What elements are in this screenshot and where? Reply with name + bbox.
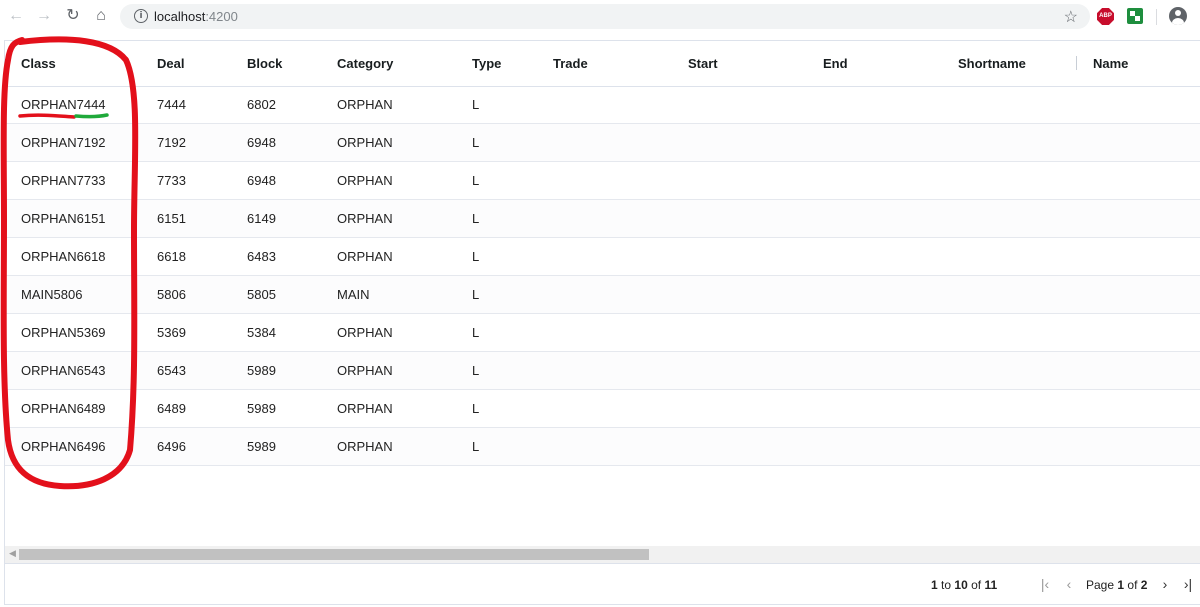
column-header-type[interactable]: Type xyxy=(472,41,501,86)
previous-page-icon[interactable]: ‹ xyxy=(1062,576,1076,592)
cell-class: ORPHAN5369 xyxy=(21,325,106,340)
cell-block: 6948 xyxy=(247,135,276,150)
cell-category: MAIN xyxy=(337,287,370,302)
cell-deal: 6489 xyxy=(157,401,186,416)
cell-category: ORPHAN xyxy=(337,363,393,378)
reload-icon[interactable]: ↻ xyxy=(63,6,83,26)
cell-class: ORPHAN7444 xyxy=(21,97,106,112)
first-page-icon[interactable]: |‹ xyxy=(1038,576,1052,592)
table-row[interactable]: ORPHAN7444 7444 6802 ORPHAN L xyxy=(5,86,1200,124)
cell-deal: 6543 xyxy=(157,363,186,378)
next-page-icon[interactable]: › xyxy=(1158,576,1172,592)
cell-type: L xyxy=(472,287,480,302)
cell-deal: 5369 xyxy=(157,325,186,340)
cell-block: 5989 xyxy=(247,363,276,378)
last-page-icon[interactable]: ›| xyxy=(1181,576,1195,592)
table-row[interactable]: ORPHAN6489 6489 5989 ORPHAN L xyxy=(5,390,1200,428)
browser-toolbar: ← → ↻ ⌂ i localhost:4200 ☆ ABP xyxy=(0,0,1200,34)
toolbar-divider xyxy=(1156,9,1157,25)
cell-type: L xyxy=(472,211,480,226)
data-grid: Class Deal Block Category Type Trade Sta… xyxy=(4,40,1200,605)
column-resize-handle[interactable] xyxy=(1076,56,1077,70)
row-summary: 1 to 10 of 11 xyxy=(931,578,998,592)
cell-deal: 7192 xyxy=(157,135,186,150)
page-indicator: Page 1 of 2 xyxy=(1086,578,1148,592)
table-row[interactable]: ORPHAN7192 7192 6948 ORPHAN L xyxy=(5,124,1200,162)
cell-class: ORPHAN6151 xyxy=(21,211,106,226)
url-text: localhost:4200 xyxy=(154,9,238,24)
cell-type: L xyxy=(472,249,480,264)
cell-block: 6149 xyxy=(247,211,276,226)
cell-class: ORPHAN7192 xyxy=(21,135,106,150)
cell-type: L xyxy=(472,363,480,378)
cell-category: ORPHAN xyxy=(337,325,393,340)
cell-class: MAIN5806 xyxy=(21,287,83,302)
cell-class: ORPHAN6489 xyxy=(21,401,106,416)
table-row[interactable]: ORPHAN6543 6543 5989 ORPHAN L xyxy=(5,352,1200,390)
cell-category: ORPHAN xyxy=(337,97,393,112)
table-row[interactable]: ORPHAN7733 7733 6948 ORPHAN L xyxy=(5,162,1200,200)
cell-type: L xyxy=(472,401,480,416)
cell-class: ORPHAN7733 xyxy=(21,173,106,188)
cell-block: 6948 xyxy=(247,173,276,188)
cell-deal: 5806 xyxy=(157,287,186,302)
grid-header: Class Deal Block Category Type Trade Sta… xyxy=(5,41,1200,87)
home-icon[interactable]: ⌂ xyxy=(91,6,111,26)
cell-block: 6483 xyxy=(247,249,276,264)
cell-category: ORPHAN xyxy=(337,249,393,264)
column-header-class[interactable]: Class xyxy=(21,41,56,86)
cell-category: ORPHAN xyxy=(337,135,393,150)
cell-type: L xyxy=(472,439,480,454)
cell-category: ORPHAN xyxy=(337,173,393,188)
cell-type: L xyxy=(472,325,480,340)
cell-type: L xyxy=(472,97,480,112)
forward-icon[interactable]: → xyxy=(34,6,54,26)
cell-block: 5805 xyxy=(247,287,276,302)
cell-deal: 6618 xyxy=(157,249,186,264)
cell-type: L xyxy=(472,173,480,188)
cell-deal: 6496 xyxy=(157,439,186,454)
back-icon[interactable]: ← xyxy=(6,6,26,26)
column-header-category[interactable]: Category xyxy=(337,41,393,86)
table-row[interactable]: ORPHAN5369 5369 5384 ORPHAN L xyxy=(5,314,1200,352)
column-header-deal[interactable]: Deal xyxy=(157,41,184,86)
star-icon[interactable]: ☆ xyxy=(1064,7,1078,27)
table-row[interactable]: ORPHAN6496 6496 5989 ORPHAN L xyxy=(5,428,1200,466)
cell-deal: 7733 xyxy=(157,173,186,188)
cell-category: ORPHAN xyxy=(337,211,393,226)
scrollbar-thumb[interactable] xyxy=(19,549,649,560)
profile-icon[interactable] xyxy=(1169,7,1187,25)
column-header-shortname[interactable]: Shortname xyxy=(958,41,1026,86)
info-icon[interactable]: i xyxy=(134,9,148,23)
cell-block: 5989 xyxy=(247,439,276,454)
cell-class: ORPHAN6496 xyxy=(21,439,106,454)
table-row[interactable]: ORPHAN6618 6618 6483 ORPHAN L xyxy=(5,238,1200,276)
address-bar[interactable]: i localhost:4200 ☆ xyxy=(120,4,1090,29)
cell-category: ORPHAN xyxy=(337,439,393,454)
column-header-block[interactable]: Block xyxy=(247,41,282,86)
cell-block: 5384 xyxy=(247,325,276,340)
cell-class: ORPHAN6543 xyxy=(21,363,106,378)
cell-block: 5989 xyxy=(247,401,276,416)
cell-class: ORPHAN6618 xyxy=(21,249,106,264)
cell-deal: 6151 xyxy=(157,211,186,226)
table-row[interactable]: MAIN5806 5806 5805 MAIN L xyxy=(5,276,1200,314)
column-header-end[interactable]: End xyxy=(823,41,848,86)
column-header-trade[interactable]: Trade xyxy=(553,41,588,86)
pagination-panel: 1 to 10 of 11 |‹ ‹ Page 1 of 2 › ›| xyxy=(5,563,1200,607)
cell-deal: 7444 xyxy=(157,97,186,112)
adblock-icon[interactable]: ABP xyxy=(1097,8,1114,25)
extension-icon[interactable] xyxy=(1127,8,1143,24)
cell-type: L xyxy=(472,135,480,150)
scroll-left-icon[interactable]: ◀ xyxy=(9,548,16,559)
cell-block: 6802 xyxy=(247,97,276,112)
column-header-name[interactable]: Name xyxy=(1093,41,1128,86)
table-row[interactable]: ORPHAN6151 6151 6149 ORPHAN L xyxy=(5,200,1200,238)
cell-category: ORPHAN xyxy=(337,401,393,416)
column-header-start[interactable]: Start xyxy=(688,41,718,86)
horizontal-scrollbar[interactable]: ◀ xyxy=(5,546,1200,563)
